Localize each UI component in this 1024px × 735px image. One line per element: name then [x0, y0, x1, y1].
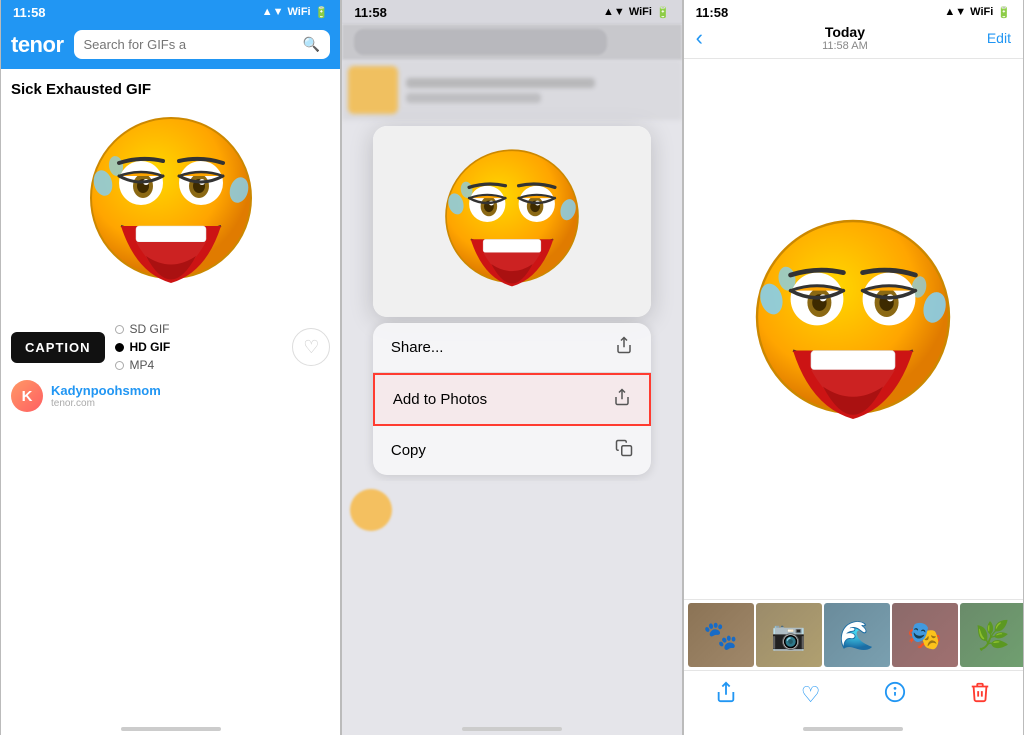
blurred-row	[342, 481, 681, 539]
caption-button[interactable]: CAPTION	[11, 332, 105, 363]
author-row: K Kadynpoohsmom tenor.com	[11, 380, 330, 412]
strip-thumb-3[interactable]: 🌊	[824, 603, 890, 667]
heart-button[interactable]: ♡	[292, 328, 330, 366]
trash-toolbar-button[interactable]	[969, 681, 991, 709]
strip-thumb-1[interactable]: 🐾	[688, 603, 754, 667]
phone-context: 11:58 ▲▼ WiFi 🔋	[341, 0, 682, 735]
blurred-thumb	[348, 66, 398, 114]
format-options: SD GIF HD GIF MP4	[115, 322, 171, 372]
blurred-avatar	[350, 489, 392, 531]
heart-toolbar-button[interactable]: ♡	[801, 682, 821, 708]
search-icon: 🔍	[303, 36, 320, 53]
photos-title: Today	[822, 24, 868, 40]
signal-icon-2: ▲▼	[603, 6, 625, 18]
share-icon	[615, 336, 633, 359]
status-bar-3: 11:58 ▲▼ WiFi 🔋	[684, 0, 1023, 24]
home-bar-3	[803, 727, 903, 731]
sick-emoji-svg-2	[437, 142, 587, 307]
share-toolbar-button[interactable]	[715, 681, 737, 709]
add-photos-label: Add to Photos	[393, 391, 487, 408]
menu-item-add-photos[interactable]: Add to Photos	[373, 373, 651, 426]
menu-item-copy[interactable]: Copy	[373, 426, 651, 475]
tenor-search-box[interactable]: 🔍	[74, 30, 331, 59]
blurred-header	[342, 24, 681, 60]
battery-icon: 🔋	[315, 6, 329, 19]
gif-title: Sick Exhausted GIF	[11, 81, 330, 98]
format-row: CAPTION SD GIF HD GIF MP4 ♡	[11, 322, 330, 372]
info-toolbar-button[interactable]	[884, 681, 906, 709]
wifi-icon: WiFi	[288, 6, 311, 18]
home-bar-2	[462, 727, 562, 731]
strip-thumb-4[interactable]: 🎭	[892, 603, 958, 667]
photos-toolbar: ♡	[684, 671, 1023, 715]
home-indicator-1	[1, 715, 340, 735]
share-label: Share...	[391, 339, 444, 356]
author-info: Kadynpoohsmom tenor.com	[51, 383, 161, 409]
context-preview-card	[373, 126, 651, 317]
time-1: 11:58	[13, 5, 46, 20]
author-avatar: K	[11, 380, 43, 412]
copy-icon	[615, 439, 633, 462]
author-site: tenor.com	[51, 398, 161, 409]
blurred-content-row	[342, 60, 681, 120]
menu-item-share[interactable]: Share...	[373, 323, 651, 373]
blurred-search	[354, 29, 606, 55]
author-name[interactable]: Kadynpoohsmom	[51, 383, 161, 398]
copy-label: Copy	[391, 442, 426, 459]
mp4-radio[interactable]	[115, 361, 124, 370]
photos-title-group: Today 11:58 AM	[822, 24, 868, 52]
phone-tenor: 11:58 ▲▼ WiFi 🔋 tenor 🔍 Sick Exhausted G…	[0, 0, 341, 735]
strip-thumb-5[interactable]: 🌿	[960, 603, 1023, 667]
mp4-label: MP4	[130, 358, 155, 372]
author-initial: K	[22, 388, 33, 405]
tenor-header: tenor 🔍	[1, 24, 340, 69]
status-bar-2: 11:58 ▲▼ WiFi 🔋	[342, 0, 681, 24]
time-2: 11:58	[354, 5, 387, 20]
tenor-logo: tenor	[11, 32, 64, 58]
status-icons-2: ▲▼ WiFi 🔋	[603, 6, 670, 19]
photos-main-image	[684, 59, 1023, 599]
blurred-line-2	[406, 93, 541, 103]
search-input[interactable]	[84, 37, 297, 52]
hd-radio[interactable]	[115, 343, 124, 352]
status-bar-1: 11:58 ▲▼ WiFi 🔋	[1, 0, 340, 24]
blurred-text	[406, 78, 675, 103]
status-icons-3: ▲▼ WiFi 🔋	[944, 6, 1011, 19]
sd-radio[interactable]	[115, 325, 124, 334]
context-area: Share... Add to Photos	[342, 120, 681, 481]
hd-label: HD GIF	[130, 340, 171, 354]
blurred-bottom	[342, 481, 681, 715]
sick-emoji-svg-3	[743, 209, 963, 449]
battery-icon-2: 🔋	[656, 6, 670, 19]
home-bar-1	[121, 727, 221, 731]
home-indicator-2	[342, 715, 681, 735]
photos-subtitle: 11:58 AM	[822, 40, 868, 52]
photos-header: ‹ Today 11:58 AM Edit	[684, 24, 1023, 59]
format-sd[interactable]: SD GIF	[115, 322, 171, 336]
blurred-line-1	[406, 78, 595, 88]
signal-icon: ▲▼	[262, 6, 284, 18]
wifi-icon-2: WiFi	[629, 6, 652, 18]
time-3: 11:58	[696, 5, 729, 20]
add-photos-icon	[613, 388, 631, 411]
battery-icon-3: 🔋	[997, 6, 1011, 19]
status-icons-1: ▲▼ WiFi 🔋	[262, 6, 329, 19]
context-emoji	[373, 126, 651, 317]
wifi-icon-3: WiFi	[970, 6, 993, 18]
phone-photos: 11:58 ▲▼ WiFi 🔋 ‹ Today 11:58 AM Edit	[683, 0, 1024, 735]
edit-button[interactable]: Edit	[987, 30, 1011, 46]
gif-preview	[11, 108, 330, 308]
signal-icon-3: ▲▼	[944, 6, 966, 18]
home-indicator-3	[684, 715, 1023, 735]
strip-thumb-2[interactable]: 📷	[756, 603, 822, 667]
tenor-content: Sick Exhausted GIF	[1, 69, 340, 715]
back-button[interactable]: ‹	[696, 25, 703, 51]
sd-label: SD GIF	[130, 322, 170, 336]
format-mp4[interactable]: MP4	[115, 358, 171, 372]
format-hd[interactable]: HD GIF	[115, 340, 171, 354]
sick-emoji-svg	[81, 108, 261, 308]
photos-strip: 🐾 📷 🌊 🎭 🌿 😫	[684, 599, 1023, 671]
context-menu: Share... Add to Photos	[373, 323, 651, 475]
